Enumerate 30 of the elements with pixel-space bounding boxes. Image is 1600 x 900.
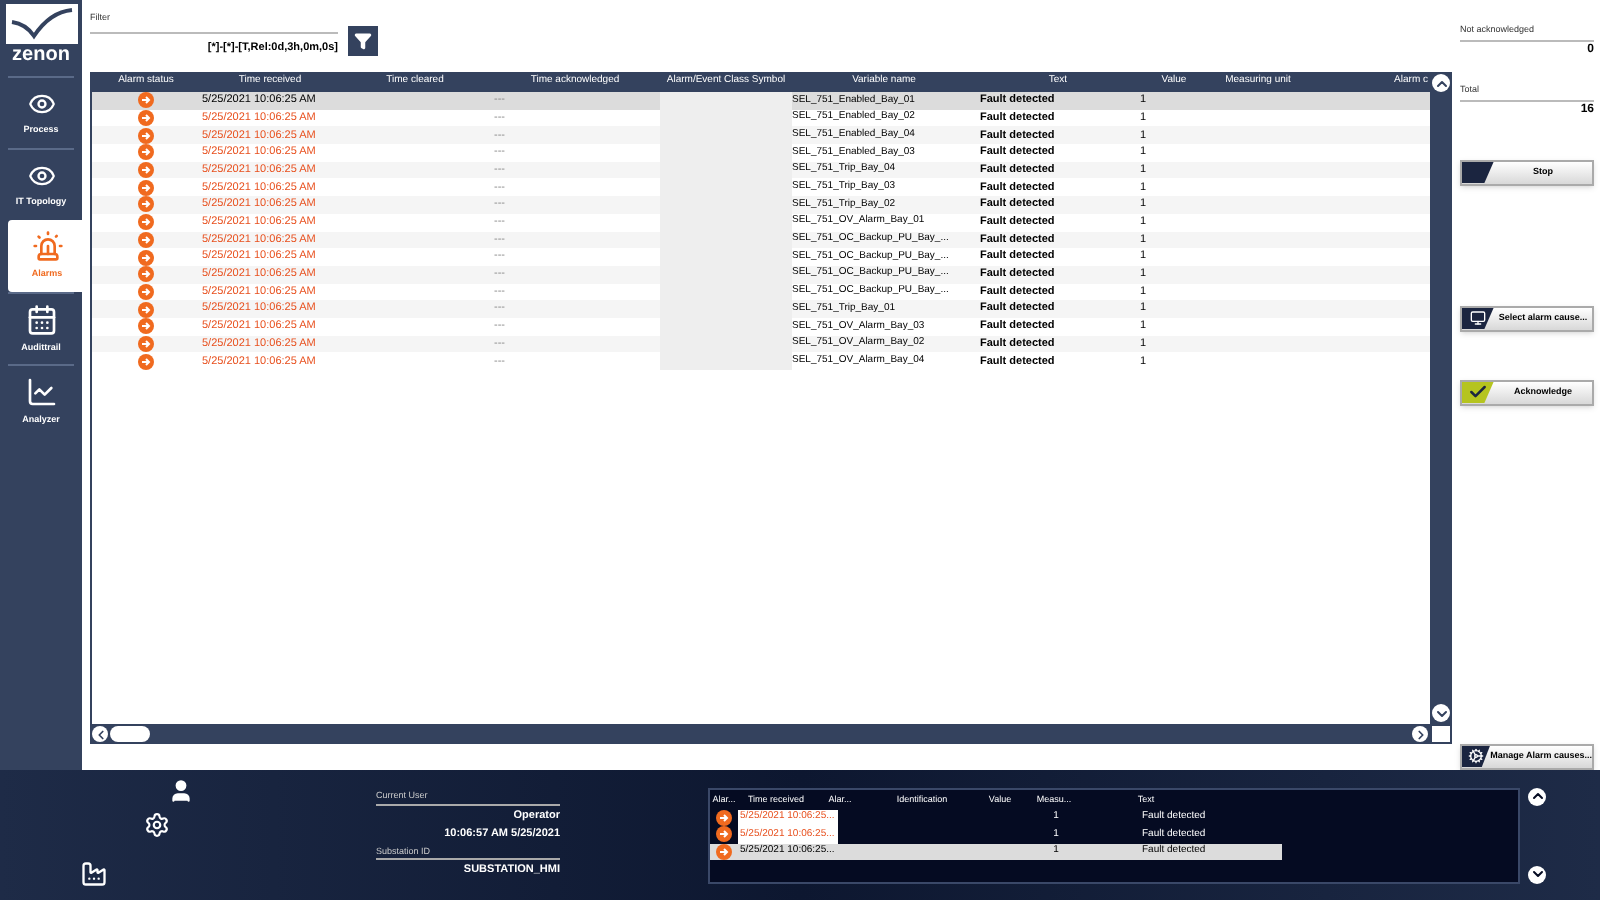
check-icon xyxy=(1468,382,1488,402)
user-icon xyxy=(168,778,194,804)
scroll-right-button[interactable] xyxy=(1412,726,1428,742)
filter-button[interactable] xyxy=(348,26,378,56)
gears-icon xyxy=(144,812,170,838)
gears-icon xyxy=(1468,748,1485,764)
eye-icon xyxy=(27,161,55,190)
scrollbar-corner xyxy=(1430,724,1452,744)
eye-icon xyxy=(27,89,55,118)
chevron-up-icon xyxy=(1433,75,1449,91)
scroll-thumb[interactable] xyxy=(110,726,150,742)
chevron-up-icon xyxy=(1529,788,1545,804)
siren-icon xyxy=(31,230,63,263)
monitor-icon xyxy=(1470,310,1486,326)
chevron-down-icon xyxy=(1433,705,1449,721)
scroll-up-button[interactable] xyxy=(1528,787,1546,805)
chevron-left-icon xyxy=(93,727,107,741)
scroll-down-button[interactable] xyxy=(1528,865,1546,883)
logo-text: zenon xyxy=(12,44,70,68)
calendar-icon xyxy=(25,303,57,336)
line-chart-icon xyxy=(25,375,57,408)
scroll-up-button[interactable] xyxy=(1432,74,1450,92)
vertical-scrollbar[interactable] xyxy=(1430,72,1452,724)
factory-icon xyxy=(80,860,108,888)
horizontal-scrollbar[interactable] xyxy=(90,724,1430,744)
filter-icon xyxy=(354,32,372,50)
scroll-left-button[interactable] xyxy=(92,726,108,742)
scroll-down-button[interactable] xyxy=(1432,704,1450,722)
chevron-right-icon xyxy=(1413,727,1427,741)
chevron-down-icon xyxy=(1529,866,1545,882)
